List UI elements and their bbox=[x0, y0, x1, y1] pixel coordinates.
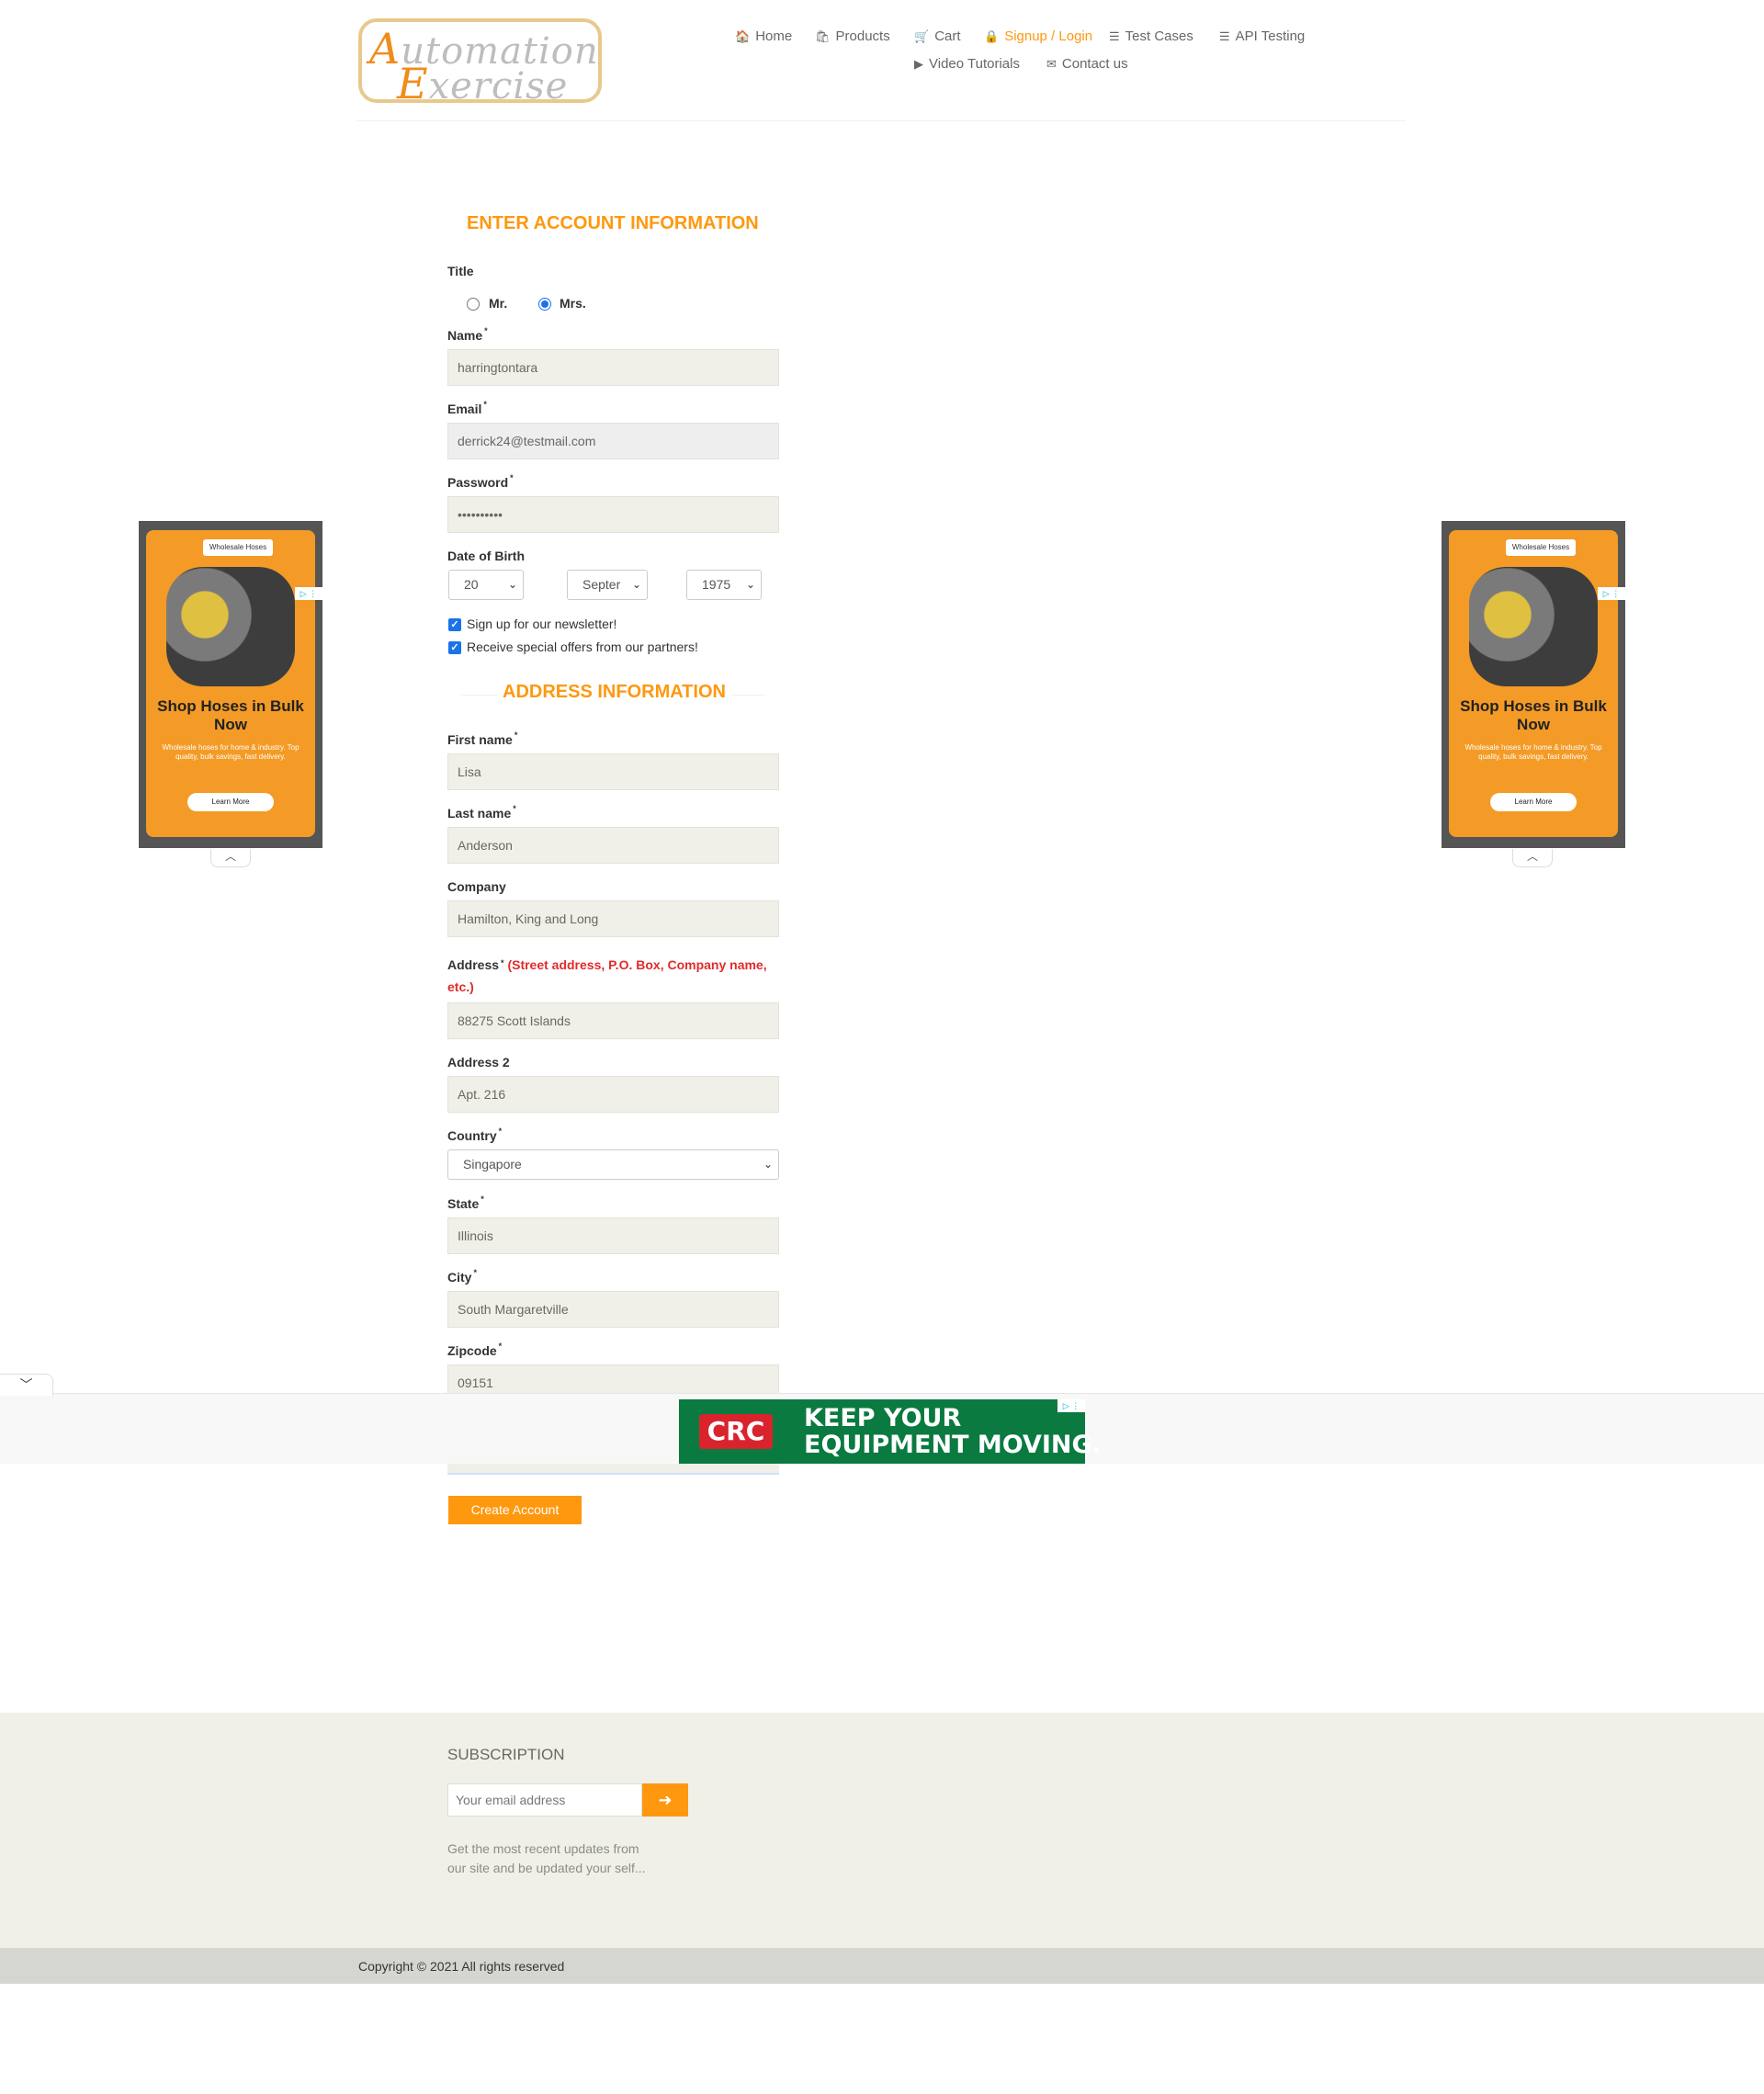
newsletter-label: Sign up for our newsletter! bbox=[467, 617, 617, 631]
state-input[interactable]: Illinois bbox=[447, 1217, 779, 1254]
nav-video-tutorials[interactable]: ▶ Video Tutorials bbox=[914, 56, 1020, 72]
copyright-text: Copyright © 2021 All rights reserved bbox=[358, 1959, 565, 1974]
country-label: Country * bbox=[447, 1126, 503, 1143]
copyright-bar bbox=[0, 1948, 1764, 1984]
nav-api-testing[interactable]: ☰ API Testing bbox=[1219, 28, 1305, 44]
nav-cart[interactable]: 🛒 Cart bbox=[914, 28, 961, 44]
title-mrs-label: Mrs. bbox=[560, 296, 586, 311]
lock-icon: 🔒 bbox=[984, 28, 1000, 43]
ad-subtitle: Wholesale hoses for home & industry. Top… bbox=[1464, 743, 1602, 761]
youtube-icon: ▶ bbox=[914, 56, 923, 71]
address2-input[interactable]: Apt. 216 bbox=[447, 1076, 779, 1113]
address-input[interactable]: 88275 Scott Islands bbox=[447, 1002, 779, 1039]
right-side-ad[interactable]: Wholesale Hoses Shop Hoses in Bulk Now W… bbox=[1442, 521, 1625, 848]
first-name-label: First name * bbox=[447, 730, 518, 747]
title-mrs-radio[interactable] bbox=[538, 298, 551, 311]
adchoices-icon[interactable]: ▷ ⋮ bbox=[1057, 1399, 1085, 1412]
ad-brand: Wholesale Hoses bbox=[1506, 539, 1576, 556]
state-label: State * bbox=[447, 1194, 484, 1211]
create-account-button[interactable]: Create Account bbox=[448, 1496, 582, 1524]
ad-headline: KEEP YOUR EQUIPMENT MOVING. bbox=[804, 1404, 1102, 1459]
list-icon: ☰ bbox=[1219, 28, 1230, 43]
ad-logo: CRC bbox=[699, 1414, 773, 1449]
address2-label: Address 2 bbox=[447, 1055, 510, 1070]
mobile-number-input[interactable] bbox=[447, 1464, 779, 1475]
chevron-down-icon: ⌄ bbox=[507, 578, 517, 591]
title-mr-radio[interactable] bbox=[467, 298, 480, 311]
dob-year-select[interactable]: 1975 ⌄ bbox=[686, 570, 762, 600]
cart-icon: 🛒 bbox=[914, 28, 930, 43]
name-label: Name * bbox=[447, 326, 488, 343]
title-label: Title bbox=[447, 264, 474, 278]
ad-brand: Wholesale Hoses bbox=[203, 539, 273, 556]
chevron-down-icon: ⌄ bbox=[631, 578, 641, 591]
city-input[interactable]: South Margaretville bbox=[447, 1291, 779, 1328]
site-logo[interactable]: Automation Exercise bbox=[358, 18, 602, 108]
zipcode-input[interactable]: 09151 bbox=[447, 1364, 779, 1394]
anchor-banner-ad[interactable]: CRC KEEP YOUR EQUIPMENT MOVING. ▷ ⋮ bbox=[679, 1399, 1102, 1464]
dob-day-select[interactable]: 20 ⌄ bbox=[448, 570, 524, 600]
subscription-title: SUBSCRIPTION bbox=[447, 1746, 565, 1763]
ad-title: Shop Hoses in Bulk Now bbox=[1460, 697, 1607, 733]
nav-products[interactable]: 🛍 Products bbox=[815, 28, 890, 44]
nav-home[interactable]: 🏠 Home bbox=[735, 28, 792, 44]
products-icon: 🛍 bbox=[815, 28, 831, 43]
chevron-up-icon[interactable]: ︿ bbox=[1512, 849, 1553, 867]
ad-title: Shop Hoses in Bulk Now bbox=[157, 697, 304, 733]
ad-subtitle: Wholesale hoses for home & industry. Top… bbox=[162, 743, 300, 761]
list-icon: ☰ bbox=[1109, 28, 1120, 43]
name-input[interactable]: harringtontara bbox=[447, 349, 779, 386]
envelope-icon: ✉ bbox=[1046, 56, 1057, 71]
nav-signup-login[interactable]: 🔒 Signup / Login bbox=[984, 28, 1092, 44]
ad-image bbox=[166, 567, 295, 686]
adchoices-icon[interactable]: ▷ ⋮ bbox=[1598, 587, 1625, 600]
nav-contact-us[interactable]: ✉ Contact us bbox=[1046, 56, 1128, 72]
nav-test-cases[interactable]: ☰ Test Cases bbox=[1109, 28, 1193, 44]
arrow-circle-right-icon: ➜ bbox=[658, 1791, 673, 1809]
adchoices-icon[interactable]: ▷ ⋮ bbox=[295, 587, 322, 600]
title-mr-label: Mr. bbox=[489, 296, 508, 311]
company-input[interactable]: Hamilton, King and Long bbox=[447, 900, 779, 937]
newsletter-checkbox[interactable]: ✓ bbox=[448, 618, 461, 631]
country-select[interactable]: Singapore ⌄ bbox=[447, 1149, 779, 1180]
company-label: Company bbox=[447, 879, 506, 894]
left-side-ad[interactable]: Wholesale Hoses Shop Hoses in Bulk Now W… bbox=[139, 521, 322, 848]
offers-label: Receive special offers from our partners… bbox=[467, 640, 698, 654]
ad-learn-more-button[interactable]: Learn More bbox=[1490, 793, 1577, 811]
ad-card: Wholesale Hoses Shop Hoses in Bulk Now W… bbox=[1449, 530, 1618, 837]
last-name-label: Last name * bbox=[447, 804, 516, 821]
city-label: City * bbox=[447, 1268, 477, 1285]
subscribe-button[interactable]: ➜ bbox=[642, 1783, 688, 1817]
dob-month-select[interactable]: Septer ⌄ bbox=[567, 570, 648, 600]
email-input[interactable]: derrick24@testmail.com bbox=[447, 423, 779, 459]
zipcode-label: Zipcode * bbox=[447, 1341, 503, 1358]
chevron-up-icon[interactable]: ︿ bbox=[210, 849, 251, 867]
ad-card: Wholesale Hoses Shop Hoses in Bulk Now W… bbox=[146, 530, 315, 837]
footer bbox=[0, 1713, 1764, 1948]
password-label: Password * bbox=[447, 473, 514, 490]
offers-checkbox[interactable]: ✓ bbox=[448, 641, 461, 654]
dob-label: Date of Birth bbox=[447, 549, 525, 563]
first-name-input[interactable]: Lisa bbox=[447, 753, 779, 790]
last-name-input[interactable]: Anderson bbox=[447, 827, 779, 864]
address-info-heading: ADDRESS INFORMATION bbox=[497, 682, 731, 703]
password-input[interactable]: •••••••••• bbox=[447, 496, 779, 533]
address-label: Address * (Street address, P.O. Box, Comp… bbox=[447, 957, 767, 994]
home-icon: 🏠 bbox=[735, 28, 751, 43]
chevron-down-icon: ⌄ bbox=[763, 1158, 773, 1171]
chevron-down-icon[interactable]: ﹀ bbox=[0, 1374, 53, 1396]
header-divider bbox=[356, 120, 1406, 121]
email-label: Email * bbox=[447, 400, 487, 416]
logo-line-2: Exercise bbox=[397, 59, 569, 108]
account-info-heading: ENTER ACCOUNT INFORMATION bbox=[467, 213, 759, 233]
subscription-note: Get the most recent updates from our sit… bbox=[447, 1841, 646, 1875]
chevron-down-icon: ⌄ bbox=[745, 578, 755, 591]
subscribe-email-input[interactable]: Your email address bbox=[447, 1783, 642, 1817]
ad-learn-more-button[interactable]: Learn More bbox=[187, 793, 274, 811]
ad-image bbox=[1469, 567, 1598, 686]
